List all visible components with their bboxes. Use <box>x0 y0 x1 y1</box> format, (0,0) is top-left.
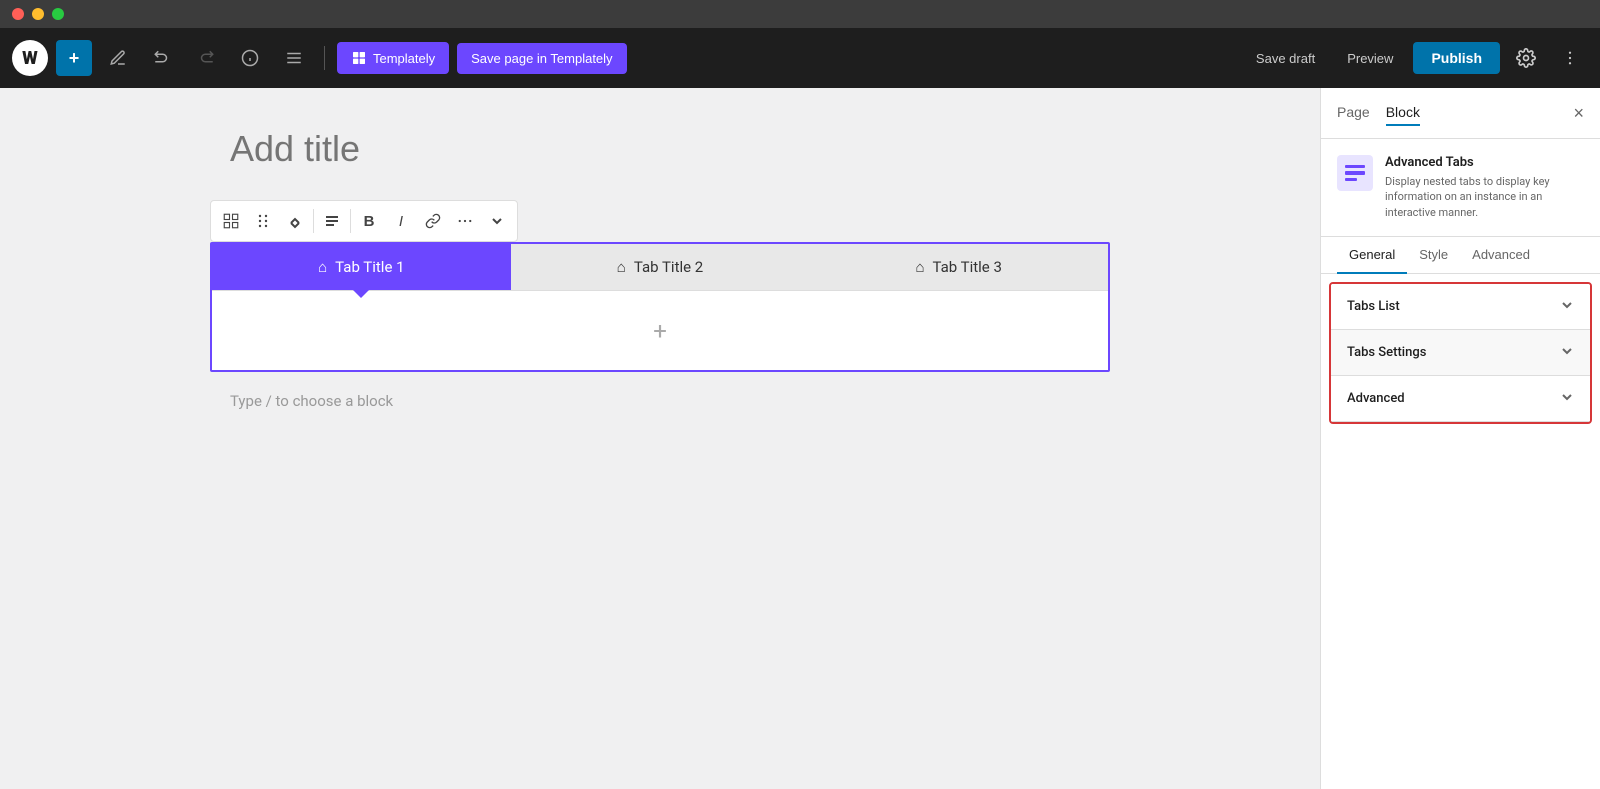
redo-button[interactable] <box>188 40 224 76</box>
tab-content-area[interactable]: + <box>212 290 1108 370</box>
tab1-home-icon: ⌂ <box>318 258 327 276</box>
align-button[interactable] <box>316 205 348 237</box>
save-draft-button[interactable]: Save draft <box>1244 43 1327 74</box>
tabs-settings-accordion-header[interactable]: Tabs Settings <box>1331 330 1590 375</box>
settings-button[interactable] <box>1508 40 1544 76</box>
tabs-settings-chevron-icon <box>1560 344 1574 361</box>
tabs-list-label: Tabs List <box>1347 299 1400 314</box>
titlebar <box>0 0 1600 28</box>
block-toolbar-divider-1 <box>313 209 314 233</box>
advanced-label: Advanced <box>1347 391 1405 406</box>
block-more-options-button[interactable] <box>449 205 481 237</box>
dropdown-button[interactable] <box>481 205 513 237</box>
editor-area[interactable]: B I ⌂ Tab <box>0 88 1320 789</box>
maximize-button[interactable] <box>52 8 64 20</box>
block-placeholder[interactable]: Type / to choose a block <box>210 372 1110 430</box>
drag-handle-button[interactable] <box>247 205 279 237</box>
block-text-info: Advanced Tabs Display nested tabs to dis… <box>1385 155 1584 220</box>
pen-tool-button[interactable] <box>100 40 136 76</box>
advanced-accordion-header[interactable]: Advanced <box>1331 376 1590 421</box>
save-templately-button[interactable]: Save page in Templately <box>457 43 626 74</box>
toolbar-divider-1 <box>324 46 325 70</box>
page-tab[interactable]: Page <box>1337 100 1370 126</box>
main-toolbar: W + Templately Save page in Templately S… <box>0 28 1600 88</box>
advanced-chevron-icon <box>1560 390 1574 407</box>
main-layout: B I ⌂ Tab <box>0 88 1600 789</box>
list-view-button[interactable] <box>276 40 312 76</box>
templately-button[interactable]: Templately <box>337 42 449 74</box>
tab2-home-icon: ⌂ <box>617 258 626 276</box>
block-icon <box>1337 155 1373 191</box>
tabs-header: ⌂ Tab Title 1 ⌂ Tab Title 2 ⌂ Tab Title … <box>212 244 1108 290</box>
minimize-button[interactable] <box>32 8 44 20</box>
page-title-input[interactable] <box>210 128 1110 170</box>
info-button[interactable] <box>232 40 268 76</box>
tab-item-1[interactable]: ⌂ Tab Title 1 <box>212 244 511 290</box>
close-button[interactable] <box>12 8 24 20</box>
bold-button[interactable]: B <box>353 205 385 237</box>
style-panel-tab[interactable]: Style <box>1407 237 1460 274</box>
tabs-list-accordion: Tabs List <box>1331 284 1590 330</box>
tabs-block: ⌂ Tab Title 1 ⌂ Tab Title 2 ⌂ Tab Title … <box>210 242 1110 372</box>
tab3-home-icon: ⌂ <box>915 258 924 276</box>
tab-item-2[interactable]: ⌂ Tab Title 2 <box>511 244 810 290</box>
right-sidebar: Page Block × Advanced Tabs Dis <box>1320 88 1600 789</box>
tab-item-3[interactable]: ⌂ Tab Title 3 <box>809 244 1108 290</box>
add-block-button[interactable]: + <box>56 40 92 76</box>
sidebar-tabs: Page Block <box>1337 100 1420 126</box>
tabs-list-accordion-header[interactable]: Tabs List <box>1331 284 1590 329</box>
preview-button[interactable]: Preview <box>1335 43 1405 74</box>
block-tab[interactable]: Block <box>1386 100 1420 126</box>
more-options-button[interactable] <box>1552 40 1588 76</box>
move-up-down-button[interactable] <box>279 205 311 237</box>
block-toolbar: B I <box>210 200 518 242</box>
undo-button[interactable] <box>144 40 180 76</box>
highlighted-accordion-group: Tabs List Tabs Settings Advanced <box>1329 282 1592 424</box>
tabs-list-chevron-icon <box>1560 298 1574 315</box>
block-description: Display nested tabs to display key infor… <box>1385 174 1584 220</box>
tabs-settings-label: Tabs Settings <box>1347 345 1426 360</box>
italic-button[interactable]: I <box>385 205 417 237</box>
block-type-button[interactable] <box>215 205 247 237</box>
sidebar-close-button[interactable]: × <box>1573 103 1584 124</box>
wp-logo[interactable]: W <box>12 40 48 76</box>
block-title: Advanced Tabs <box>1385 155 1584 170</box>
link-button[interactable] <box>417 205 449 237</box>
panel-tabs: General Style Advanced <box>1321 237 1600 274</box>
sidebar-header: Page Block × <box>1321 88 1600 139</box>
block-toolbar-divider-2 <box>350 209 351 233</box>
advanced-accordion: Advanced <box>1331 376 1590 422</box>
tabs-settings-accordion: Tabs Settings <box>1331 330 1590 376</box>
advanced-panel-tab[interactable]: Advanced <box>1460 237 1542 274</box>
editor-inner: B I ⌂ Tab <box>210 128 1110 430</box>
block-info-section: Advanced Tabs Display nested tabs to dis… <box>1321 139 1600 237</box>
general-panel-tab[interactable]: General <box>1337 237 1407 274</box>
publish-button[interactable]: Publish <box>1413 42 1500 74</box>
